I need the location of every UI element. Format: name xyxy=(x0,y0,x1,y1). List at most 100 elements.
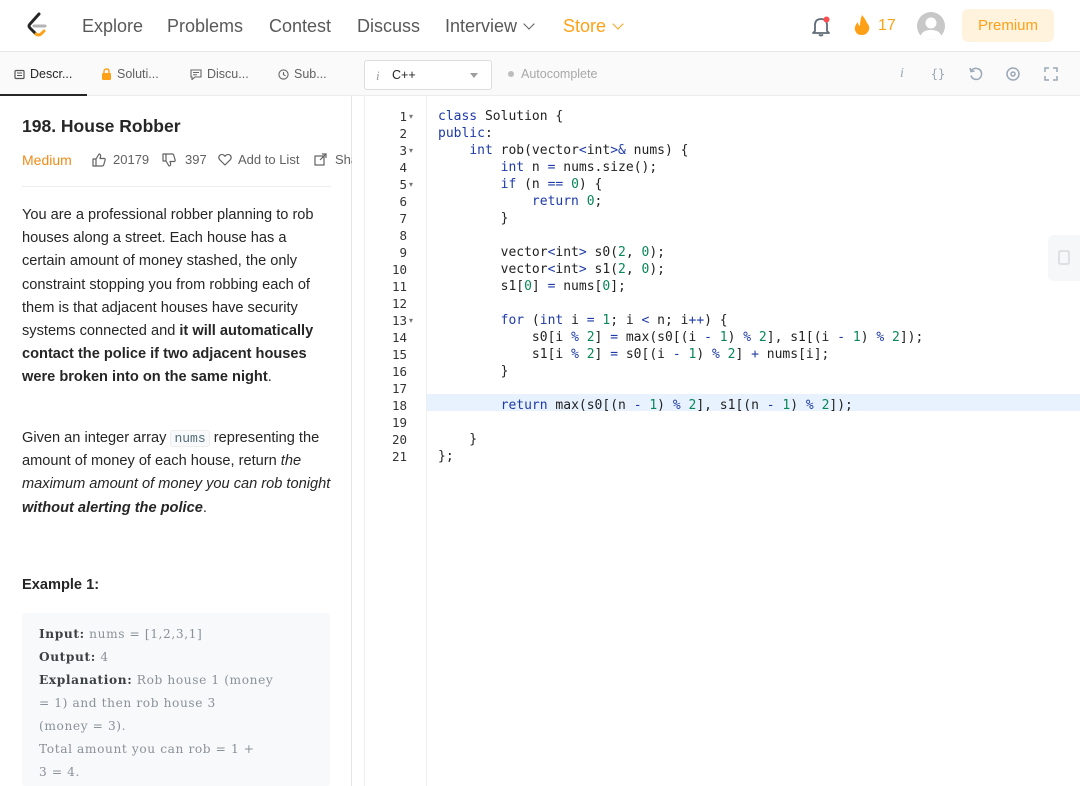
line-number: 8 xyxy=(399,228,407,243)
description-period: . xyxy=(267,369,272,386)
line-number: 21 xyxy=(391,449,407,464)
code-line[interactable]: return max(s0[(n - 1) % 2], s1[(n - 1) %… xyxy=(438,397,853,414)
tab-submissions[interactable]: Sub... xyxy=(278,52,327,96)
line-number: 4 xyxy=(399,160,407,175)
info-icon[interactable]: i xyxy=(893,65,911,83)
nav-contest[interactable]: Contest xyxy=(269,0,331,52)
add-to-list-button[interactable]: Add to List xyxy=(238,152,299,167)
fullscreen-icon[interactable] xyxy=(1042,65,1060,83)
code-line[interactable]: if (n == 0) { xyxy=(438,176,603,193)
editor-toolbar: i C++ Autocomplete i {} xyxy=(352,52,1080,96)
nav-store-label: Store xyxy=(563,16,607,36)
copy-icon xyxy=(1058,250,1070,265)
example-explanation-line: 3 = 4. xyxy=(39,765,80,779)
code-line[interactable]: s0[i % 2] = max(s0[(i - 1) % 2], s1[(i -… xyxy=(438,329,923,346)
code-editor[interactable]: 1 ▾ 2 3 ▾ 4 5 ▾ 6 7 8 9 10 11 12 13 ▾ 14 15 16 17 18 19 20 21 cl… xyxy=(364,96,1080,786)
chevron-down-icon xyxy=(470,73,478,78)
settings-icon[interactable] xyxy=(1004,65,1022,83)
code-line[interactable]: class Solution { xyxy=(438,108,563,125)
tab-solution-label: Soluti... xyxy=(117,67,159,81)
tab-discuss-label: Discu... xyxy=(207,67,249,81)
nav-store[interactable]: Store xyxy=(563,0,624,52)
line-number: 1 xyxy=(399,109,407,124)
line-number: 17 xyxy=(391,381,407,396)
reset-icon[interactable] xyxy=(967,65,985,83)
example-box: Input: nums = [1,2,3,1] Output: 4 Explan… xyxy=(22,613,330,786)
code-nums: nums xyxy=(170,430,210,447)
line-number: 11 xyxy=(391,279,407,294)
example-explanation-label: Explanation: xyxy=(39,673,133,687)
thumbs-up-icon[interactable] xyxy=(92,153,106,167)
line-number: 12 xyxy=(391,296,407,311)
line-number: 6 xyxy=(399,194,407,209)
code-line[interactable]: return 0; xyxy=(438,193,602,210)
description-icon xyxy=(14,69,25,80)
line-number: 20 xyxy=(391,432,407,447)
example-title: Example 1: xyxy=(22,577,100,593)
code-line[interactable]: s1[i % 2] = s0[(i - 1) % 2] + nums[i]; xyxy=(438,346,829,363)
side-panel-handle[interactable] xyxy=(1048,235,1080,281)
thumbs-down-icon[interactable] xyxy=(162,153,176,167)
streak-flame-icon xyxy=(854,15,870,35)
chevron-down-icon xyxy=(612,18,624,30)
example-explanation: Explanation: Rob house 1 (money xyxy=(39,673,273,687)
page-title: 198. House Robber xyxy=(22,116,181,136)
braces-icon[interactable]: {} xyxy=(929,65,947,83)
code-line[interactable]: }; xyxy=(438,448,454,465)
nav-interview[interactable]: Interview xyxy=(445,0,535,52)
line-number: 9 xyxy=(399,245,407,260)
chevron-down-icon xyxy=(523,18,535,30)
tab-submissions-label: Sub... xyxy=(294,67,327,81)
heart-icon[interactable] xyxy=(218,153,232,166)
clock-icon xyxy=(278,69,289,80)
share-button[interactable]: Share xyxy=(335,152,352,167)
code-line[interactable]: s1[0] = nums[0]; xyxy=(438,278,626,295)
likes-count[interactable]: 20179 xyxy=(113,152,149,167)
code-line[interactable]: int n = nums.size(); xyxy=(438,159,658,176)
code-line[interactable]: } xyxy=(438,431,477,448)
avatar[interactable] xyxy=(917,12,945,40)
code-line[interactable]: vector<int> s0(2, 0); xyxy=(438,244,665,261)
lock-icon xyxy=(102,68,111,80)
nav-discuss[interactable]: Discuss xyxy=(357,0,420,52)
line-number: 15 xyxy=(391,347,407,362)
code-line[interactable]: } xyxy=(438,363,509,380)
code-line[interactable]: int rob(vector<int>& nums) { xyxy=(438,142,688,159)
line-number: 18 xyxy=(391,398,407,413)
fold-arrow-icon[interactable]: ▾ xyxy=(409,312,413,329)
nav-explore[interactable]: Explore xyxy=(82,0,143,52)
example-explanation-text: Rob house 1 (money xyxy=(136,673,274,687)
code-line[interactable]: public: xyxy=(438,125,493,142)
fold-arrow-icon[interactable]: ▾ xyxy=(409,176,413,193)
fold-arrow-icon[interactable]: ▾ xyxy=(409,108,413,125)
autocomplete-toggle[interactable]: Autocomplete xyxy=(508,52,597,96)
notification-bell-icon[interactable] xyxy=(810,15,832,37)
line-number: 13 xyxy=(391,313,407,328)
example-explanation-line: = 1) and then rob house 3 xyxy=(39,696,216,710)
share-icon[interactable] xyxy=(314,153,327,166)
code-line[interactable]: for (int i = 1; i < n; i++) { xyxy=(438,312,728,329)
example-output-value: 4 xyxy=(100,650,109,664)
example-input-label: Input: xyxy=(39,627,85,641)
fold-arrow-icon[interactable]: ▾ xyxy=(409,142,413,159)
code-line[interactable]: vector<int> s1(2, 0); xyxy=(438,261,665,278)
divider xyxy=(22,186,331,187)
language-select[interactable]: i C++ xyxy=(364,60,492,90)
leetcode-logo-icon[interactable] xyxy=(24,12,50,40)
nav-problems[interactable]: Problems xyxy=(167,0,243,52)
tab-discuss[interactable]: Discu... xyxy=(190,52,249,96)
description-period: . xyxy=(202,499,207,516)
dislikes-count[interactable]: 397 xyxy=(185,152,207,167)
code-line[interactable]: } xyxy=(438,210,509,227)
description-paragraph: You are a professional robber planning t… xyxy=(22,204,334,390)
description-paragraph-2: Given an integer array nums representing… xyxy=(22,427,334,520)
premium-button[interactable]: Premium xyxy=(962,9,1054,42)
tab-solution[interactable]: Soluti... xyxy=(101,52,159,96)
problem-tabs: Descr... Soluti... Discu... Sub... xyxy=(0,52,352,96)
language-value: C++ xyxy=(392,68,416,82)
autocomplete-dot-icon xyxy=(508,71,514,77)
streak-count[interactable]: 17 xyxy=(878,0,896,52)
nav-interview-label: Interview xyxy=(445,16,518,36)
line-number: 5 xyxy=(399,177,407,192)
tab-description[interactable]: Descr... xyxy=(0,52,87,96)
